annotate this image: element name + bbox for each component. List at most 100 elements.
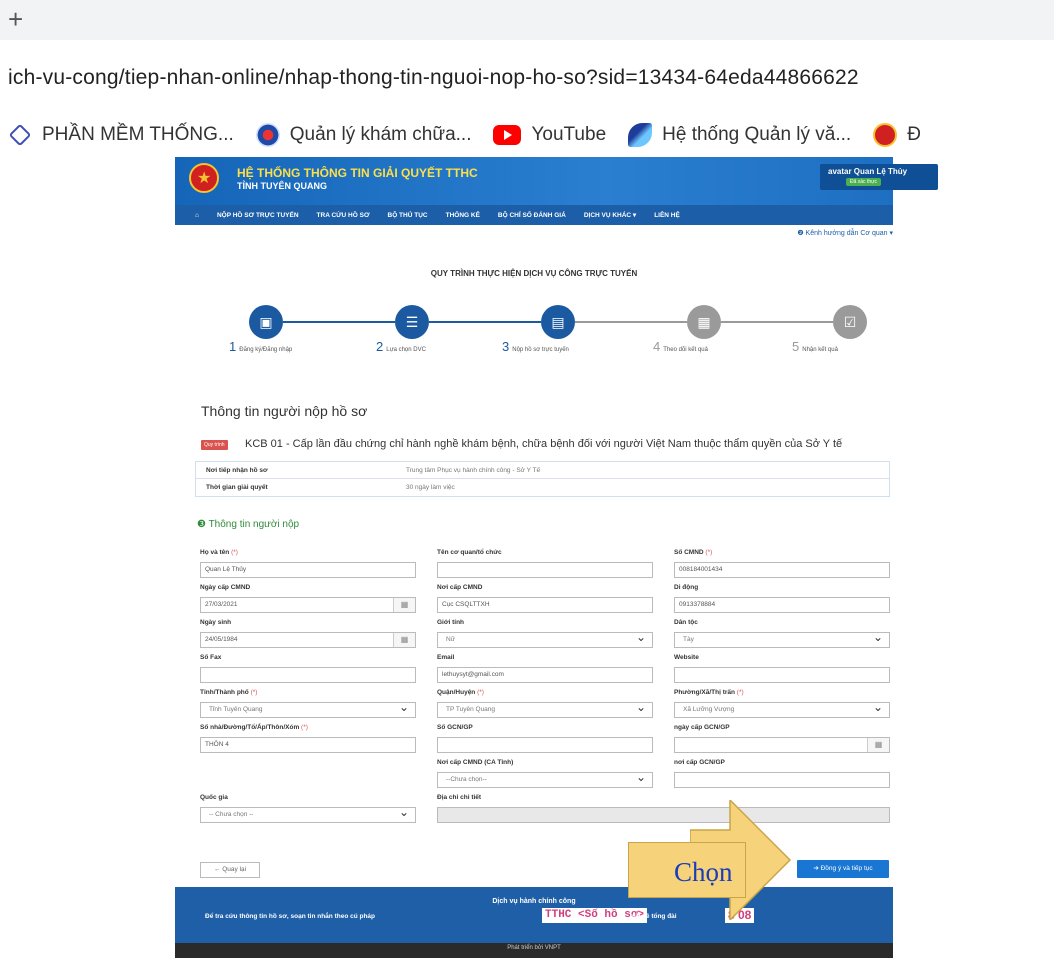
- section-title: ❸ Thông tin người nộp: [197, 519, 300, 530]
- calendar-icon[interactable]: ▦: [867, 738, 889, 752]
- step-text: Nộp hồ sơ trực tuyến: [512, 347, 569, 353]
- step-connector: [575, 321, 687, 323]
- credit-text: Phát triển bởi VNPT: [507, 945, 561, 951]
- select-noi-cmnd-ca[interactable]: --Chưa chọn-- ⌄: [437, 770, 653, 788]
- input-di-dong[interactable]: 0913378884: [674, 597, 890, 613]
- step-2-icon: ☰: [395, 305, 429, 339]
- form-heading: Thông tin người nộp hồ sơ: [201, 403, 368, 419]
- step-2-label: 2 Lựa chọn DVC: [376, 339, 426, 354]
- input-noi-gcn[interactable]: [674, 772, 890, 788]
- credit-bar: Phát triển bởi VNPT: [175, 943, 893, 958]
- chevron-down-icon: ⌄: [872, 700, 883, 714]
- info-key: Nơi tiếp nhận hồ sơ: [206, 466, 268, 474]
- select-dan-toc[interactable]: Tày ⌄: [674, 630, 890, 648]
- bookmark-he-thong-quan-ly[interactable]: Hệ thống Quản lý vă...: [628, 123, 851, 147]
- input-so-nha[interactable]: THÔN 4: [200, 737, 416, 753]
- browser-chrome: + ich-vu-cong/tiep-nhan-online/nhap-thon…: [0, 0, 1054, 147]
- step-connector: [721, 321, 833, 323]
- site-header: HỆ THỐNG THÔNG TIN GIẢI QUYẾT TTHC TỈNH …: [175, 157, 938, 205]
- input-ngay-cap[interactable]: 27/03/2021 ▦: [200, 597, 416, 613]
- input-ngay-sinh[interactable]: 24/05/1984 ▦: [200, 632, 416, 648]
- user-menu[interactable]: avatar Quan Lệ Thủy Đã xác thực: [820, 164, 938, 190]
- sub-nav-links[interactable]: ❷ Kênh hướng dẫn Cơ quan ▾: [797, 229, 893, 237]
- input-ho-ten[interactable]: Quan Lệ Thủy: [200, 562, 416, 578]
- info-key: Thời gian giải quyết: [206, 484, 268, 491]
- bookmark-label: PHẦN MỀM THỐNG...: [42, 124, 234, 145]
- tab-strip: [0, 0, 1054, 40]
- home-icon[interactable]: ⌂: [195, 212, 199, 219]
- select-tinh[interactable]: Tỉnh Tuyên Quang ⌄: [200, 700, 416, 718]
- step-text: Nhận kết quả: [802, 347, 838, 353]
- chevron-down-icon: ⌄: [635, 700, 646, 714]
- select-quoc-gia[interactable]: -- Chưa chọn -- ⌄: [200, 805, 416, 823]
- step-1-icon: ▣: [249, 305, 283, 339]
- input-ten-co-quan[interactable]: [437, 562, 653, 578]
- nav-bo-thu-tuc[interactable]: BỘ THỦ TỤC: [388, 212, 428, 219]
- step-text: Theo dõi kết quả: [663, 347, 708, 353]
- layers-icon: [8, 123, 32, 147]
- input-website[interactable]: [674, 667, 890, 683]
- nav-thong-ke[interactable]: THỐNG KÊ: [446, 212, 480, 219]
- input-dia-chi[interactable]: [437, 807, 890, 823]
- label-so-nha: Số nhà/Đường/Tổ/Ấp/Thôn/Xóm (*): [200, 724, 308, 731]
- input-email[interactable]: lethuysyt@gmail.com: [437, 667, 653, 683]
- annotation-callout: Chọn: [628, 842, 746, 898]
- calendar-icon[interactable]: ▦: [393, 598, 415, 612]
- input-so-gcn[interactable]: [437, 737, 653, 753]
- agree-continue-button[interactable]: ➔ Đồng ý và tiếp tục: [797, 860, 889, 878]
- label-ten-co-quan: Tên cơ quan/tổ chức: [437, 549, 502, 556]
- back-button[interactable]: ← Quay lại: [200, 862, 260, 878]
- label-ngay-sinh: Ngày sinh: [200, 619, 232, 626]
- label-noi-gcn: nơi cấp GCN/GP: [674, 759, 725, 766]
- label-di-dong: Di động: [674, 584, 699, 591]
- address-bar[interactable]: ich-vu-cong/tiep-nhan-online/nhap-thong-…: [8, 66, 859, 90]
- national-emblem-icon: [189, 163, 219, 193]
- footer-instruction: Để tra cứu thông tin hồ sơ, soạn tin nhắ…: [205, 913, 376, 920]
- select-value: Nữ: [446, 636, 456, 643]
- label-email: Email: [437, 654, 455, 661]
- procedure-info-table: Nơi tiếp nhận hồ sơ Trung tâm Phục vụ hàn…: [195, 461, 890, 497]
- step-number: 4: [653, 339, 661, 354]
- label-quan: Quận/Huyện (*): [437, 689, 484, 696]
- nav-dich-vu-khac[interactable]: DỊCH VỤ KHÁC ▾: [584, 211, 636, 219]
- bookmark-d[interactable]: Đ: [873, 123, 921, 147]
- select-quan[interactable]: TP Tuyên Quang ⌄: [437, 700, 653, 718]
- step-3-label: 3 Nộp hồ sơ trực tuyến: [502, 339, 569, 354]
- new-tab-button[interactable]: +: [8, 6, 23, 32]
- step-5-icon: ☑: [833, 305, 867, 339]
- label-gioi-tinh: Giới tính: [437, 619, 465, 626]
- label-website: Website: [674, 654, 699, 661]
- step-4-label: 4 Theo dõi kết quả: [653, 339, 708, 354]
- chevron-down-icon: ⌄: [872, 630, 883, 644]
- input-noi-cap[interactable]: Cục CSQLTTXH: [437, 597, 653, 613]
- input-ngay-gcn[interactable]: ▦: [674, 737, 890, 753]
- bookmark-label: YouTube: [531, 124, 607, 145]
- step-connector: [429, 321, 541, 323]
- input-so-fax[interactable]: [200, 667, 416, 683]
- step-number: 3: [502, 339, 510, 354]
- chevron-down-icon: ⌄: [398, 700, 409, 714]
- step-text: Lựa chọn DVC: [386, 347, 426, 353]
- main-nav: ⌂ NỘP HỒ SƠ TRỰC TUYẾN TRA CỨU HỒ SƠ BỘ …: [175, 205, 893, 225]
- label-so-fax: Số Fax: [200, 654, 222, 661]
- nav-bo-chi-so[interactable]: BỘ CHỈ SỐ ĐÁNH GIÁ: [498, 212, 566, 219]
- info-value: 30 ngày làm việc: [406, 484, 455, 491]
- select-gioi-tinh[interactable]: Nữ ⌄: [437, 630, 653, 648]
- nav-tra-cuu[interactable]: TRA CỨU HỒ SƠ: [317, 212, 370, 219]
- step-3-icon: ▤: [541, 305, 575, 339]
- nav-lien-he[interactable]: LIÊN HỆ: [654, 212, 680, 219]
- select-phuong[interactable]: Xã Lưỡng Vượng ⌄: [674, 700, 890, 718]
- calendar-icon[interactable]: ▦: [393, 633, 415, 647]
- bookmark-label: Quản lý khám chữa...: [289, 124, 472, 145]
- bookmark-label: Đ: [907, 124, 921, 145]
- label-noi-cmnd-ca: Nơi cấp CMND (CA Tỉnh): [437, 759, 514, 766]
- nav-nop-ho-so[interactable]: NỘP HỒ SƠ TRỰC TUYẾN: [217, 212, 299, 219]
- bookmark-youtube[interactable]: YouTube: [493, 124, 606, 146]
- emblem-icon: [873, 123, 898, 147]
- bookmark-quan-ly-kham-chua[interactable]: Quản lý khám chữa...: [255, 123, 472, 147]
- bookmark-phan-mem[interactable]: PHẦN MỀM THỐNG...: [8, 123, 234, 147]
- procedure-name: KCB 01 - Cấp lần đầu chứng chỉ hành nghề…: [245, 438, 843, 450]
- youtube-icon: [493, 125, 522, 145]
- procedure-badge: Quy trình: [201, 440, 228, 450]
- input-so-cmnd[interactable]: 008184001434: [674, 562, 890, 578]
